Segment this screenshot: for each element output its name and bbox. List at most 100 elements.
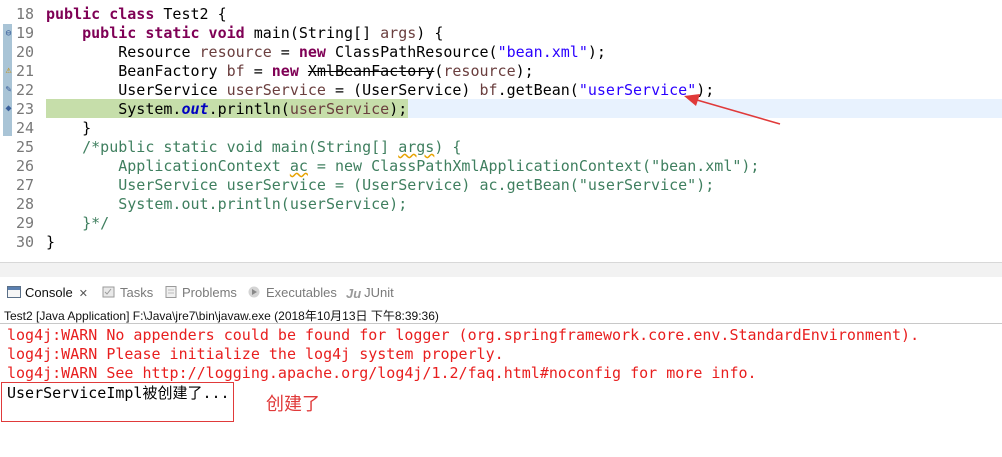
tab-executables[interactable]: Executables (248, 284, 337, 302)
code-token: .println( (208, 100, 290, 118)
code-token: args (398, 138, 435, 156)
code-text: System.out.println(userService); (46, 195, 1002, 214)
code-token: bf (226, 62, 245, 80)
code-line: 26 ApplicationContext ac = new ClassPath… (0, 157, 1002, 176)
annotation-arrow (684, 94, 781, 125)
code-token: XmlBeanFactory (307, 62, 435, 80)
code-token: ); (515, 62, 534, 80)
code-text: ApplicationContext ac = new ClassPathXml… (46, 157, 1002, 176)
code-text: public static void main(String[] args) { (46, 24, 1002, 43)
code-token: ) { (416, 24, 444, 42)
code-token: args (380, 24, 417, 42)
warning-icon[interactable]: ⚠ (2, 64, 15, 77)
code-token: ); (389, 100, 408, 118)
quick-fix-icon[interactable]: ✎ (2, 83, 15, 96)
code-token: "bean.xml" (497, 43, 588, 61)
code-text: Resource resource = new ClassPathResourc… (46, 43, 1002, 62)
line-number: 25 (15, 138, 34, 156)
code-token: BeanFactory (46, 62, 227, 80)
tab-console[interactable]: Console ✕ (7, 284, 88, 302)
code-line: 24 } (0, 119, 1002, 138)
console-line: log4j:WARN See http://logging.apache.org… (7, 364, 757, 382)
tasks-icon (102, 285, 116, 298)
executables-icon (248, 285, 262, 298)
code-line: 29 }*/ (0, 214, 1002, 233)
code-text: /*public static void main(String[] args)… (46, 138, 1002, 157)
console-line: log4j:WARN Please initialize the log4j s… (7, 345, 504, 363)
code-token: System.out.println(userService); (46, 195, 408, 213)
junit-icon: Ju (346, 286, 362, 301)
code-text: } (46, 233, 1002, 252)
code-token: out (181, 100, 209, 118)
console-tab-bar: Console ✕ Tasks Problems Executables Ju JU… (0, 280, 1002, 305)
code-line: 30} (0, 233, 1002, 252)
line-number: 27 (15, 176, 34, 194)
console-line: log4j:WARN No appenders could be found f… (7, 326, 920, 344)
code-text: UserService userService = (UserService) … (46, 176, 1002, 195)
line-number: 26 (15, 157, 34, 175)
code-token: bf (479, 81, 498, 99)
code-token: UserService (46, 81, 227, 99)
code-token: public class (46, 5, 164, 23)
code-token: System. (46, 100, 182, 118)
code-line: 20 Resource resource = new ClassPathReso… (0, 43, 1002, 62)
code-token: "userService" (578, 81, 697, 99)
code-text: UserService userService = (UserService) … (46, 81, 1002, 100)
code-token: = (244, 62, 272, 80)
horizontal-scrollbar[interactable] (0, 262, 1002, 277)
code-token: ) { (434, 138, 462, 156)
run-info-label: Test2 [Java Application] F:\Java\jre7\bi… (4, 309, 439, 323)
code-token: } (46, 119, 92, 137)
tab-tasks[interactable]: Tasks (102, 284, 153, 302)
problems-icon (164, 285, 178, 298)
code-token: userService (289, 100, 390, 118)
code-text: }*/ (46, 214, 1002, 233)
breakpoint-icon[interactable]: ◆ (2, 102, 15, 115)
code-token: userService (226, 81, 326, 99)
code-line: 21 BeanFactory bf = new XmlBeanFactory(r… (0, 62, 1002, 81)
code-text: public class Test2 { (46, 5, 1002, 24)
highlight-box (1, 382, 234, 422)
collapse-icon[interactable]: ⊖ (2, 27, 15, 40)
line-number: 29 (15, 214, 34, 232)
code-token: /*public static void main(String[] (46, 138, 399, 156)
code-line: 19 public static void main(String[] args… (0, 24, 1002, 43)
code-token: resource (443, 62, 516, 80)
code-line: 23 System.out.println(userService); (0, 100, 1002, 119)
code-editor[interactable]: 18 public class Test2 {19 public static v… (0, 0, 1002, 262)
tab-problems[interactable]: Problems (164, 284, 237, 302)
code-token: UserService userService = (UserService) … (46, 176, 715, 194)
line-number: 28 (15, 195, 34, 213)
code-token: }*/ (46, 214, 110, 232)
code-token: public static void (82, 24, 254, 42)
code-line: 22 UserService userService = (UserServic… (0, 81, 1002, 100)
code-line: 28 System.out.println(userService); (0, 195, 1002, 214)
code-token: new (298, 43, 335, 61)
console-divider (0, 323, 1002, 324)
annotation-label: 创建了 (266, 394, 320, 415)
code-token: = new ClassPathXmlApplicationContext("be… (307, 157, 760, 175)
code-token: new (271, 62, 308, 80)
code-token: main(String[] (253, 24, 381, 42)
code-text: } (46, 119, 1002, 138)
line-number: 30 (15, 233, 34, 251)
line-number: 18 (15, 5, 34, 23)
code-token: ); (587, 43, 606, 61)
code-token: ac (289, 157, 308, 175)
code-token: Resource (46, 43, 200, 61)
code-text: BeanFactory bf = new XmlBeanFactory(reso… (46, 62, 1002, 81)
close-icon[interactable]: ✕ (79, 288, 88, 300)
code-token: ClassPathResource( (335, 43, 498, 61)
code-line: 18 public class Test2 { (0, 5, 1002, 24)
code-text: System.out.println(userService); (46, 100, 1002, 119)
code-token: resource (199, 43, 272, 61)
code-token: = (UserService) (325, 81, 480, 99)
console-icon (7, 285, 21, 298)
tab-junit[interactable]: Ju JUnit (346, 284, 394, 302)
code-token: Test2 { (163, 5, 227, 23)
code-line: 27 UserService userService = (UserServic… (0, 176, 1002, 195)
line-number: 24 (15, 119, 34, 137)
code-token: } (46, 233, 56, 251)
line-number: 20 (15, 43, 34, 61)
